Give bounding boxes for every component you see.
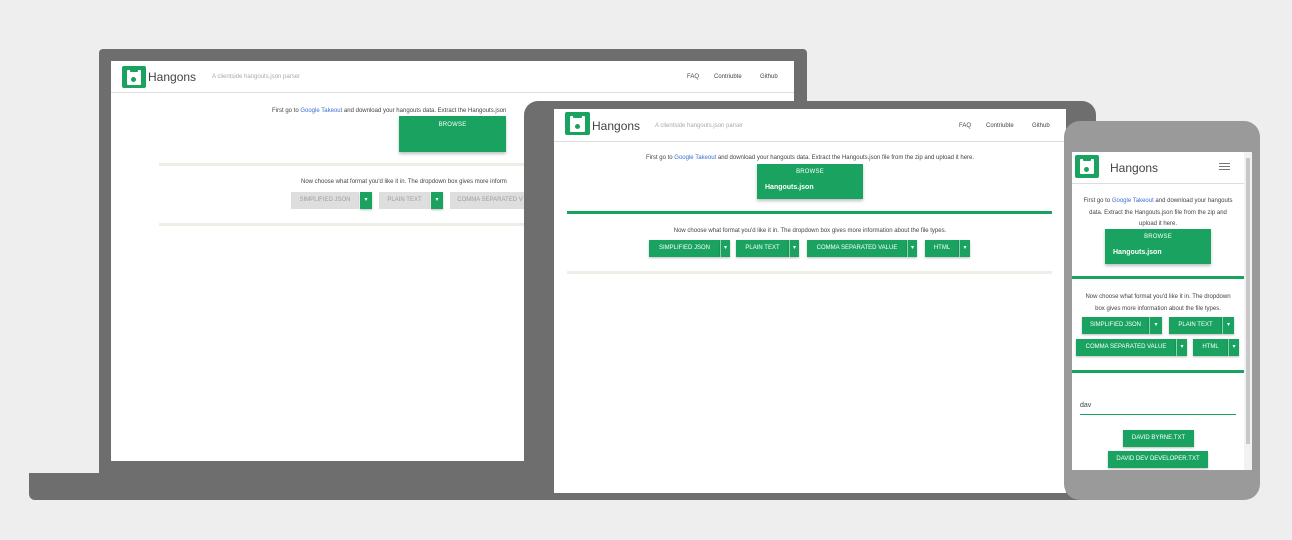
browse-button[interactable]: BROWSE Hangouts.json [1105,229,1211,264]
format-simplified-json[interactable]: SIMPLIFIED JSON [649,240,720,257]
browse-button[interactable]: BROWSE [399,116,506,152]
nav-contribute[interactable]: Contriubte [986,123,1014,129]
intro-text: First go to Google Takeout and download … [554,155,1066,161]
format-csv[interactable]: COMMA SEPARATED V [450,192,530,209]
format-prompt: Now choose what format you'd like it in.… [301,179,507,185]
dropdown-caret-icon[interactable]: ▾ [789,240,799,257]
format-prompt: Now choose what format you'd like it in.… [673,228,947,234]
brand-title[interactable]: Hangons [1110,161,1158,175]
tagline: A clientside hangouts.json parser [655,123,744,129]
header-divider [1072,183,1244,184]
search-input[interactable]: dav [1080,402,1236,409]
google-takeout-link[interactable]: Google Takeout [1112,198,1154,204]
nav-faq[interactable]: FAQ [687,74,699,80]
header-divider [111,92,794,93]
intro-prefix: First go to [645,155,675,161]
browse-label: BROWSE [1144,234,1172,240]
section-divider [159,163,559,166]
section-divider [567,211,1052,214]
format-prompt: Now choose what format you'd like it in.… [1085,294,1231,312]
intro-suffix: and download your hangouts data. Extract… [342,108,507,114]
laptop-base [29,473,589,500]
intro-suffix: and download your hangouts data. Extract… [716,155,975,161]
result-file-button[interactable]: DAVID BYRNE.TXT [1123,430,1194,447]
google-takeout-link[interactable]: Google Takeout [674,155,716,161]
brand-title[interactable]: Hangons [592,119,640,133]
section-divider [1072,370,1244,373]
browse-label: BROWSE [796,169,824,175]
scrollbar-thumb[interactable] [1246,158,1250,444]
brand-title[interactable]: Hangons [148,70,196,84]
dropdown-caret-icon[interactable]: ▾ [1222,317,1234,334]
nav-contribute[interactable]: Contriubte [714,74,742,80]
phone-screen: Hangons First go to Google Takeout and d… [1072,152,1252,470]
logo-icon [565,112,590,135]
selected-file: Hangouts.json [1113,249,1162,256]
format-plain-text[interactable]: PLAIN TEXT [1169,317,1222,334]
logo-icon [1075,155,1099,178]
dropdown-caret-icon[interactable]: ▾ [907,240,917,257]
tagline: A clientside hangouts.json parser [212,74,301,80]
tablet-screen: Hangons A clientside hangouts.json parse… [554,109,1066,493]
browse-button[interactable]: BROWSE Hangouts.json [757,164,863,199]
section-divider [159,223,559,226]
hamburger-icon[interactable] [1219,163,1231,172]
format-csv[interactable]: COMMA SEPARATED VALUE [1076,339,1176,356]
format-simplified-json[interactable]: SIMPLIFIED JSON [291,192,359,209]
dropdown-caret-icon[interactable]: ▾ [1228,339,1239,356]
format-simplified-json[interactable]: SIMPLIFIED JSON [1082,317,1149,334]
nav-faq[interactable]: FAQ [959,123,971,129]
dropdown-caret-icon[interactable]: ▾ [1149,317,1162,334]
format-csv[interactable]: COMMA SEPARATED VALUE [807,240,907,257]
nav-github[interactable]: Github [760,74,778,80]
result-file-button[interactable]: DAVID DEV DEVELOPER.TXT [1108,451,1208,468]
format-plain-text[interactable]: PLAIN TEXT [736,240,789,257]
intro-text: First go to Google Takeout and download … [1083,198,1233,227]
google-takeout-link[interactable]: Google Takeout [300,108,342,114]
dropdown-caret-icon[interactable]: ▾ [360,192,372,209]
dropdown-caret-icon[interactable]: ▾ [431,192,443,209]
section-divider [567,271,1052,274]
dropdown-caret-icon[interactable]: ▾ [1176,339,1187,356]
intro-prefix: First go to [272,108,301,114]
nav-github[interactable]: Github [1032,123,1050,129]
format-html[interactable]: HTML [925,240,959,257]
selected-file: Hangouts.json [765,184,814,191]
format-html[interactable]: HTML [1193,339,1228,356]
dropdown-caret-icon[interactable]: ▾ [959,240,970,257]
logo-icon [122,66,146,88]
format-plain-text[interactable]: PLAIN TEXT [379,192,430,209]
section-divider [1072,276,1244,279]
header-divider [554,141,1066,142]
dropdown-caret-icon[interactable]: ▾ [720,240,730,257]
browse-label: BROWSE [438,122,467,128]
search-input-underline [1080,414,1236,415]
